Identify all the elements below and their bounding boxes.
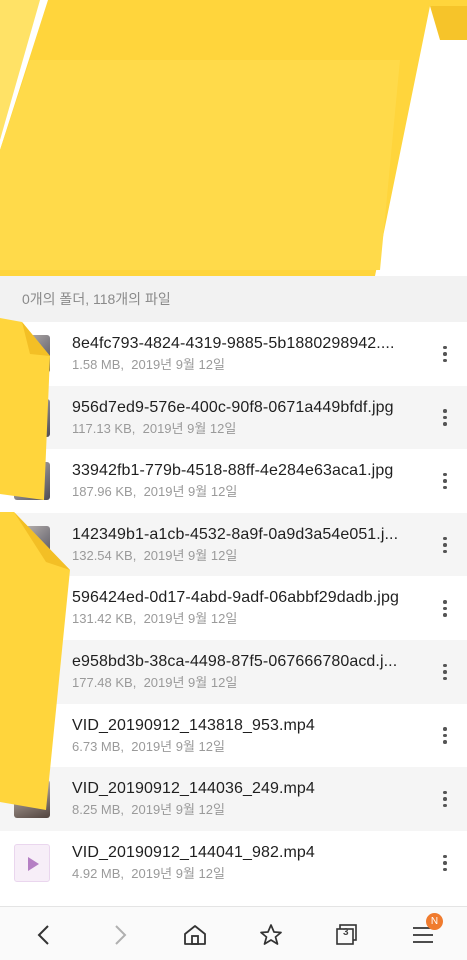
- file-meta: 6.73 MB, 2019년 9월 12일: [72, 739, 424, 755]
- more-vertical-icon[interactable]: [437, 533, 453, 557]
- file-meta: 177.48 KB, 2019년 9월 12일: [72, 675, 424, 691]
- file-size: 131.42 KB,: [72, 611, 137, 627]
- more-vertical-icon[interactable]: [437, 660, 453, 684]
- sticker-overlay-top: [0, 0, 467, 276]
- more-vertical-icon[interactable]: [437, 724, 453, 748]
- tab-count: 3: [343, 927, 349, 938]
- file-date: 2019년 9월 12일: [143, 484, 238, 500]
- file-size: 8.25 MB,: [72, 802, 125, 818]
- tabs-icon[interactable]: 3: [327, 915, 367, 955]
- yellow-sticker-graphic: [0, 0, 467, 276]
- file-thumbnail: [14, 589, 50, 628]
- file-row[interactable]: VID_20190912_143818_953.mp4 6.73 MB, 201…: [0, 703, 467, 768]
- file-size: 117.13 KB,: [72, 420, 136, 436]
- more-vertical-icon[interactable]: [437, 342, 453, 366]
- home-icon[interactable]: [175, 915, 215, 955]
- file-name: VID_20190912_144041_982.mp4: [72, 843, 315, 861]
- file-name: 8e4fc793-4824-4319-9885-5b1880298942....: [72, 335, 395, 352]
- more-vertical-icon[interactable]: [437, 469, 453, 493]
- file-row[interactable]: e958bd3b-38ca-4498-87f5-067666780acd.j..…: [0, 639, 467, 704]
- file-row[interactable]: 33942fb1-779b-4518-88ff-4e284e63aca1.jpg…: [0, 449, 467, 513]
- more-vertical-icon[interactable]: [437, 851, 453, 875]
- video-file-icon: [14, 843, 50, 882]
- file-thumbnail: [14, 525, 50, 564]
- file-size: 6.73 MB,: [72, 738, 125, 754]
- bookmark-star-icon[interactable]: [251, 915, 291, 955]
- file-meta: 1.58 MB, 2019년 9월 12일: [72, 357, 424, 373]
- file-meta: 8.25 MB, 2019년 9월 12일: [72, 802, 424, 818]
- more-vertical-icon[interactable]: [437, 596, 453, 620]
- file-date: 2019년 9월 12일: [143, 547, 238, 563]
- file-name: 596424ed-0d17-4abd-9adf-06abbf29dadb.jpg: [72, 589, 399, 607]
- file-name: 142349b1-a1cb-4532-8a9f-0a9d3a54e051.j..…: [72, 525, 399, 543]
- more-vertical-icon[interactable]: [437, 787, 453, 811]
- file-size: 4.92 MB,: [72, 865, 125, 881]
- file-row[interactable]: 956d7ed9-576e-400c-90f8-0671a449bfdf.jpg…: [0, 385, 467, 450]
- file-name: e958bd3b-38ca-4498-87f5-067666780acd.j..…: [72, 652, 398, 670]
- file-meta: 131.42 KB, 2019년 9월 12일: [72, 611, 424, 627]
- file-thumbnail: [14, 652, 50, 691]
- file-size: 132.54 KB,: [72, 547, 137, 563]
- file-meta: 132.54 KB, 2019년 9월 12일: [72, 548, 424, 564]
- new-badge: N: [426, 913, 443, 930]
- folder-file-count: 0개의 폴더, 118개의 파일: [0, 276, 467, 322]
- file-row[interactable]: VID_20190912_144041_982.mp4 4.92 MB, 201…: [0, 830, 467, 895]
- file-date: 2019년 9월 12일: [131, 865, 225, 881]
- file-meta: 187.96 KB, 2019년 9월 12일: [72, 484, 424, 500]
- file-row[interactable]: 142349b1-a1cb-4532-8a9f-0a9d3a54e051.j..…: [0, 512, 467, 577]
- more-vertical-icon[interactable]: [437, 406, 453, 430]
- file-row[interactable]: VID_20190912_144036_249.mp4 8.25 MB, 201…: [0, 767, 467, 831]
- menu-icon[interactable]: N: [403, 913, 443, 955]
- file-date: 2019년 9월 12일: [131, 802, 225, 818]
- file-list: 8e4fc793-4824-4319-9885-5b1880298942....…: [0, 322, 467, 895]
- file-meta: 117.13 KB, 2019년 9월 12일: [72, 421, 424, 437]
- file-size: 187.96 KB,: [72, 484, 137, 500]
- file-name: VID_20190912_144036_249.mp4: [72, 780, 315, 798]
- file-thumbnail: [14, 462, 50, 501]
- back-icon[interactable]: [24, 915, 64, 955]
- file-thumbnail: [14, 398, 50, 437]
- file-size: 177.48 KB,: [72, 674, 137, 690]
- file-date: 2019년 9월 12일: [143, 674, 238, 690]
- file-date: 2019년 9월 12일: [142, 420, 237, 436]
- file-name: VID_20190912_143818_953.mp4: [72, 716, 315, 734]
- file-date: 2019년 9월 12일: [131, 357, 225, 372]
- play-icon: [28, 856, 39, 871]
- video-thumbnail: [14, 716, 50, 755]
- file-row[interactable]: 8e4fc793-4824-4319-9885-5b1880298942....…: [0, 322, 467, 386]
- file-thumbnail: [14, 335, 50, 373]
- file-name: 33942fb1-779b-4518-88ff-4e284e63aca1.jpg: [72, 462, 394, 480]
- forward-icon[interactable]: [100, 915, 140, 955]
- file-name: 956d7ed9-576e-400c-90f8-0671a449bfdf.jpg: [72, 398, 394, 416]
- file-row[interactable]: 596424ed-0d17-4abd-9adf-06abbf29dadb.jpg…: [0, 576, 467, 640]
- file-date: 2019년 9월 12일: [143, 611, 238, 627]
- video-thumbnail: [14, 780, 50, 819]
- file-size: 1.58 MB,: [72, 357, 125, 372]
- file-meta: 4.92 MB, 2019년 9월 12일: [72, 866, 424, 882]
- file-date: 2019년 9월 12일: [131, 738, 225, 754]
- browser-bottom-toolbar: 3 N: [0, 906, 467, 960]
